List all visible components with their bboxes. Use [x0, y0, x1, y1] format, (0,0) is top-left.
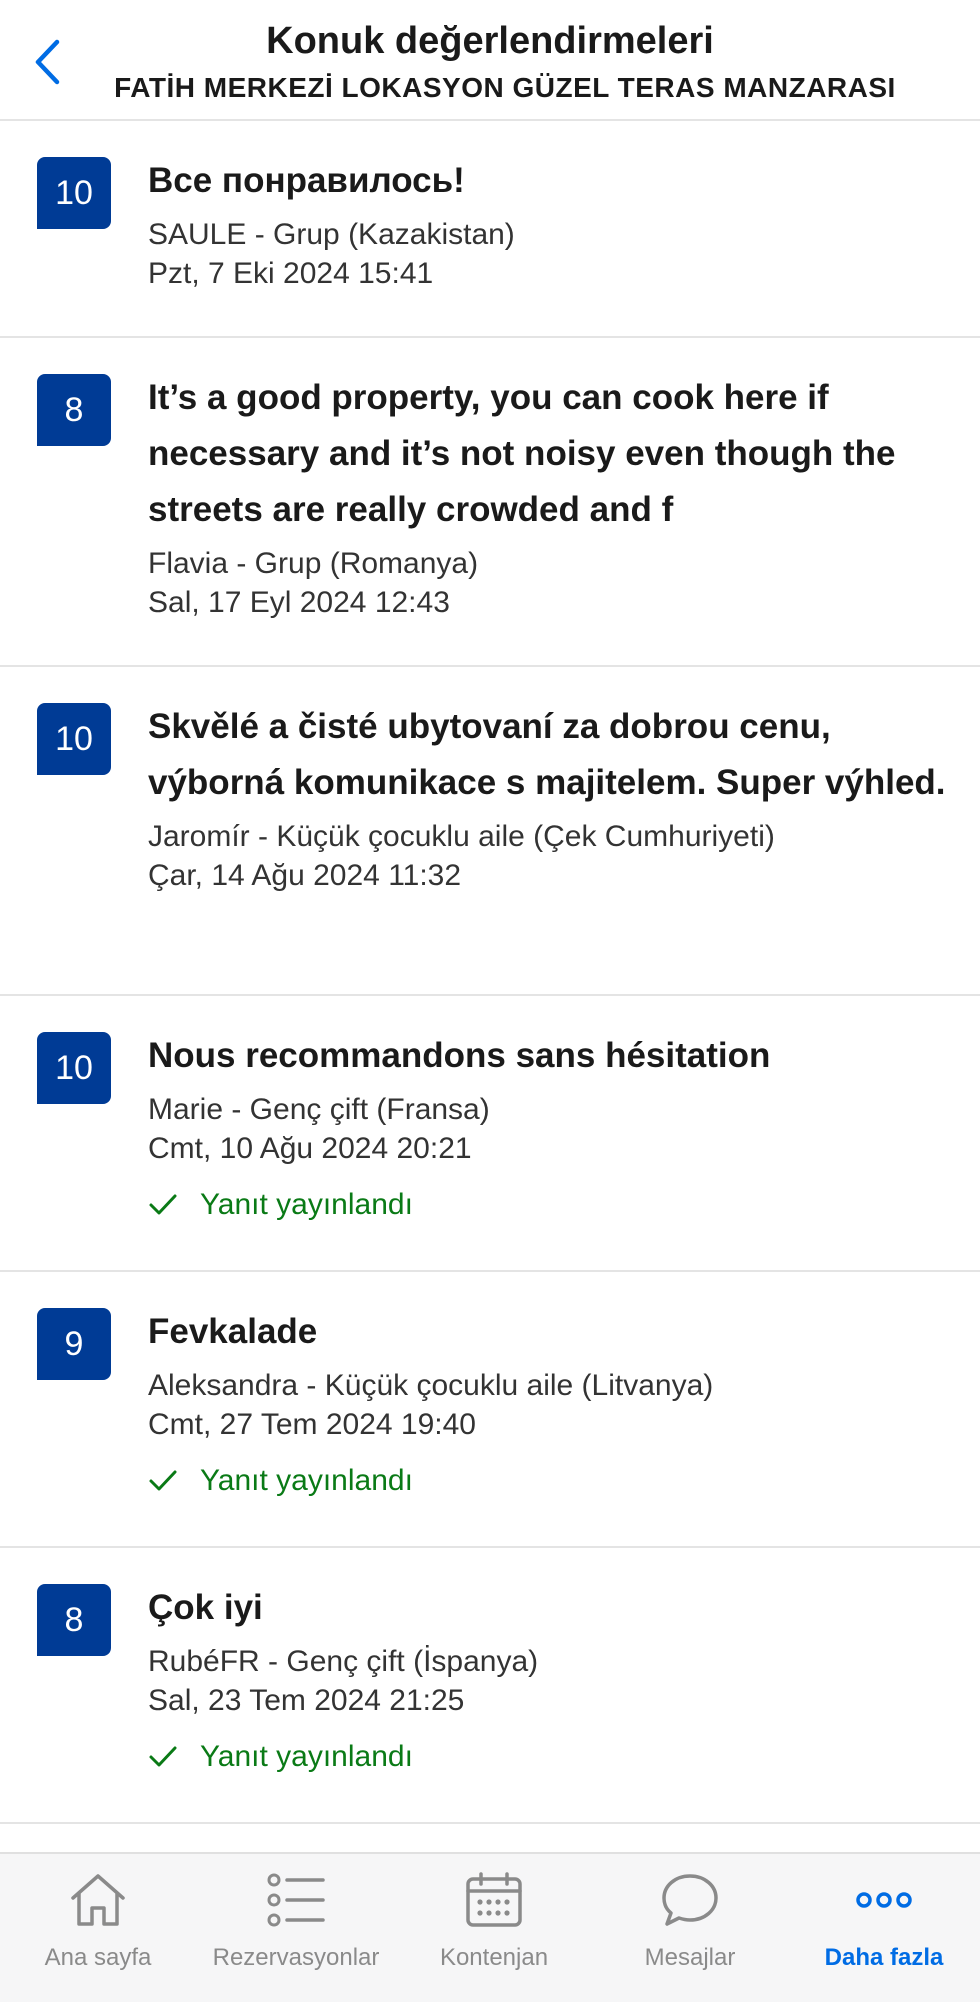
tab-label: Daha fazla: [824, 1944, 944, 1971]
tab-label: Rezervasyonlar: [212, 1944, 380, 1971]
review-date: Sal, 17 Eyl 2024 12:43: [148, 586, 450, 619]
review-date: Cmt, 10 Ağu 2024 20:21: [148, 1132, 472, 1165]
more-dots-icon: [856, 1892, 912, 1908]
reply-status: Yanıt yayınlandı: [148, 1188, 950, 1222]
review-item[interactable]: 9 Fevkalade Aleksandra - Küçük çocuklu a…: [0, 1272, 980, 1548]
bottom-tab-bar: Ana sayfa Rezervasyonlar Kontenjan Mesaj…: [0, 1852, 980, 2002]
top-nav-bar: Konuk değerlendirmeleri FATİH MERKEZİ LO…: [0, 0, 980, 121]
review-item[interactable]: 8 It’s a good property, you can cook her…: [0, 338, 980, 667]
guest-info: SAULE - Grup (Kazakistan): [148, 218, 515, 251]
list-icon: [267, 1873, 325, 1927]
page-title: Konuk değerlendirmeleri: [266, 20, 714, 62]
review-date: Sal, 23 Tem 2024 21:25: [148, 1684, 465, 1717]
review-title: Все понравилось!: [148, 161, 465, 200]
tab-more[interactable]: Daha fazla: [788, 1854, 980, 2002]
guest-info: Marie - Genç çift (Fransa): [148, 1093, 490, 1126]
tab-home[interactable]: Ana sayfa: [0, 1854, 196, 2002]
calendar-icon: [466, 1872, 522, 1927]
reply-status-label: Yanıt yayınlandı: [200, 1740, 413, 1773]
review-title: Fevkalade: [148, 1312, 318, 1351]
tab-label: Mesajlar: [644, 1944, 736, 1971]
guest-info: Flavia - Grup (Romanya): [148, 547, 479, 580]
property-name: FATİH MERKEZİ LOKASYON GÜZEL TERAS MANZA…: [114, 72, 896, 103]
review-title: Nous recommandons sans hésitation: [148, 1036, 771, 1075]
review-list: 10 Все понравилось! SAULE - Grup (Kazaki…: [0, 121, 980, 1824]
review-title: It’s a good property, you can cook here …: [148, 378, 896, 529]
reply-status-label: Yanıt yayınlandı: [200, 1464, 413, 1497]
guest-info: Aleksandra - Küçük çocuklu aile (Litvany…: [148, 1369, 714, 1402]
tab-messages[interactable]: Mesajlar: [592, 1854, 788, 2002]
review-date: Cmt, 27 Tem 2024 19:40: [148, 1408, 476, 1441]
reply-status: Yanıt yayınlandı: [148, 1464, 950, 1498]
checkmark-icon: [149, 1746, 177, 1767]
score-badge: 10: [37, 157, 111, 229]
guest-info: Jaromír - Küçük çocuklu aile (Çek Cumhur…: [148, 820, 775, 853]
score-badge: 8: [37, 1584, 111, 1656]
tab-availability[interactable]: Kontenjan: [396, 1854, 592, 2002]
tab-reservations[interactable]: Rezervasyonlar: [196, 1854, 396, 2002]
tab-label: Ana sayfa: [44, 1944, 152, 1971]
chat-bubble-icon: [662, 1874, 718, 1926]
home-icon: [71, 1874, 125, 1926]
score-badge: 9: [37, 1308, 111, 1380]
review-item[interactable]: 10 Все понравилось! SAULE - Grup (Kazaki…: [0, 121, 980, 338]
checkmark-icon: [149, 1194, 177, 1215]
score-badge: 10: [37, 703, 111, 775]
review-date: Pzt, 7 Eki 2024 15:41: [148, 257, 434, 290]
review-title: Skvělé a čisté ubytovaní za dobrou cenu,…: [148, 707, 946, 802]
score-badge: 8: [37, 374, 111, 446]
review-item[interactable]: 10 Nous recommandons sans hésitation Mar…: [0, 996, 980, 1272]
reply-status-label: Yanıt yayınlandı: [200, 1188, 413, 1221]
review-title: Çok iyi: [148, 1588, 263, 1627]
chevron-left-icon: [35, 39, 60, 85]
review-date: Çar, 14 Ağu 2024 11:32: [148, 859, 462, 892]
review-item[interactable]: 10 Skvělé a čisté ubytovaní za dobrou ce…: [0, 667, 980, 996]
reply-status: Yanıt yayınlandı: [148, 1740, 950, 1774]
review-item[interactable]: 8 Çok iyi RubéFR - Genç çift (İspanya) S…: [0, 1548, 980, 1824]
guest-info: RubéFR - Genç çift (İspanya): [148, 1645, 539, 1678]
checkmark-icon: [149, 1470, 177, 1491]
score-badge: 10: [37, 1032, 111, 1104]
tab-label: Kontenjan: [439, 1944, 549, 1971]
